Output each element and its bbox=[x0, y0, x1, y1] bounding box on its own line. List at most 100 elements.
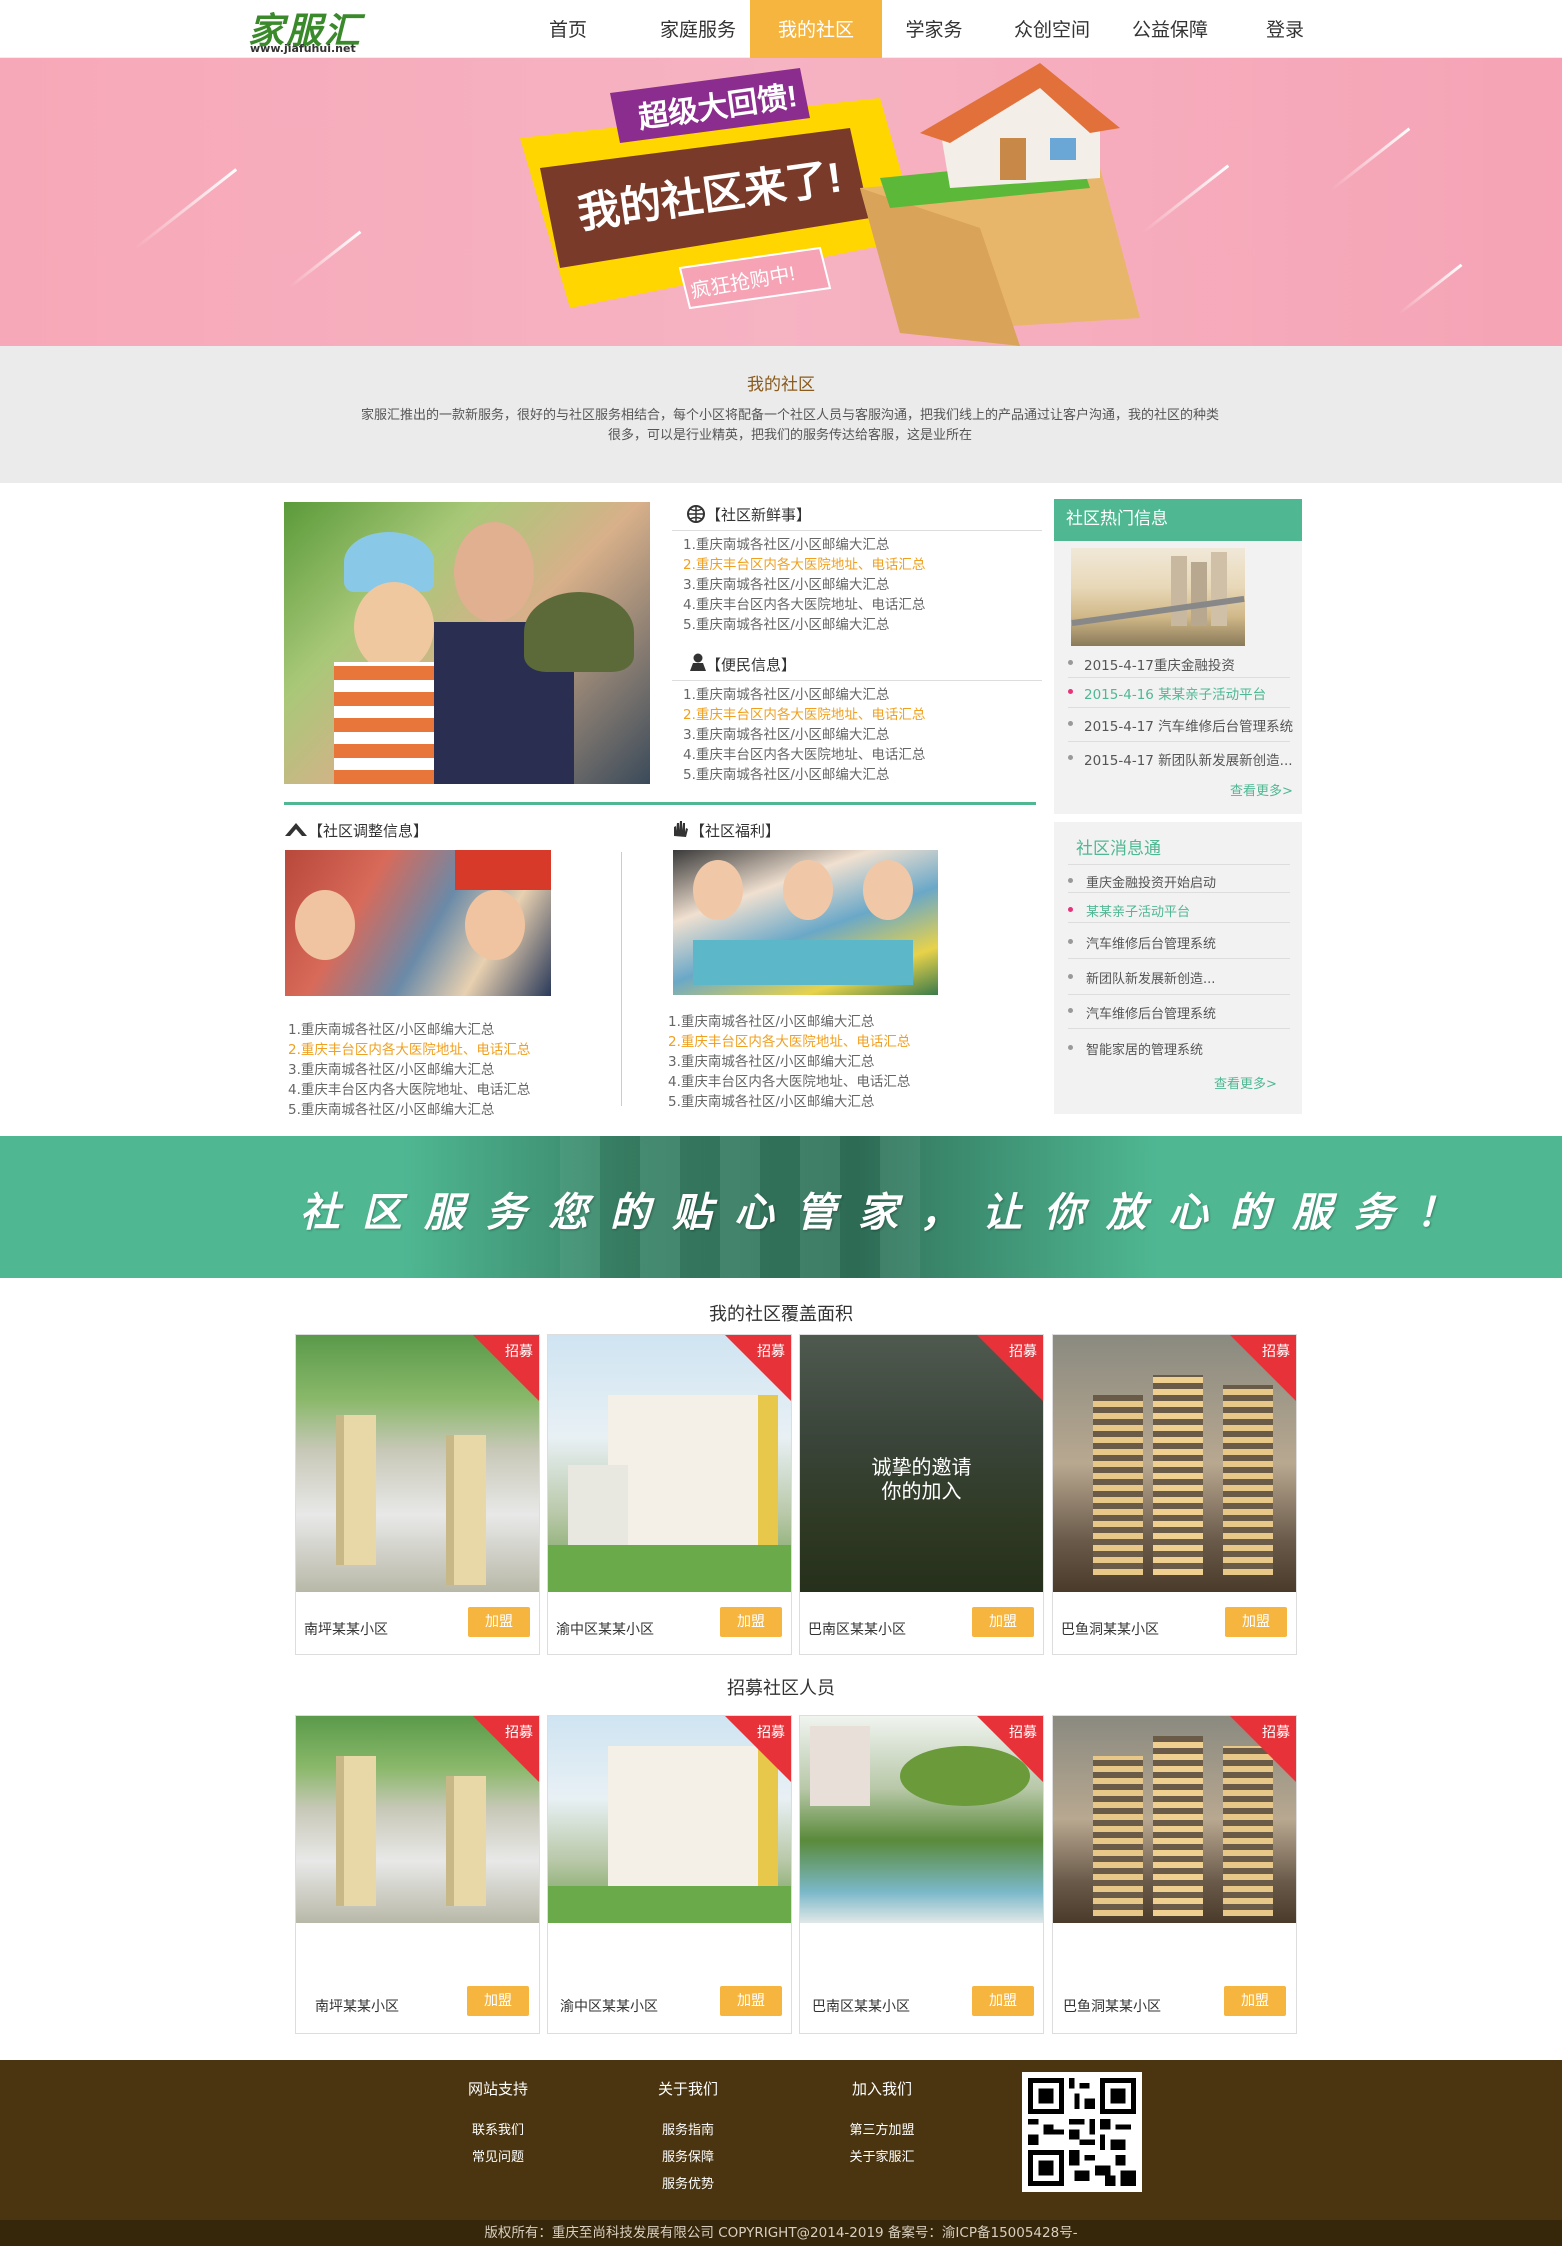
list-item[interactable]: 3.重庆南城各社区/小区邮编大汇总 bbox=[683, 575, 925, 595]
message-item[interactable]: 智能家居的管理系统 bbox=[1086, 1039, 1203, 1058]
qr-code bbox=[1022, 2072, 1142, 2192]
recruit-tag: 招募 bbox=[977, 1716, 1043, 1782]
community-name: 巴南区某某小区 bbox=[808, 1622, 906, 1638]
recruit-tag: 招募 bbox=[1230, 1335, 1296, 1401]
list-item[interactable]: 2.重庆丰台区内各大医院地址、电话汇总 bbox=[668, 1032, 910, 1052]
list-item[interactable]: 4.重庆丰台区内各大医院地址、电话汇总 bbox=[683, 745, 925, 765]
nav-home-service[interactable]: 家庭服务 bbox=[650, 0, 746, 58]
nav-login[interactable]: 登录 bbox=[1250, 0, 1320, 58]
message-item[interactable]: 汽车维修后台管理系统 bbox=[1086, 1003, 1216, 1022]
footer-link[interactable]: 联系我们 bbox=[448, 2117, 548, 2144]
message-item[interactable]: 新团队新发展新创造... bbox=[1086, 968, 1215, 987]
hot-item[interactable]: 2015-4-17重庆金融投资 bbox=[1084, 654, 1235, 674]
messages-more-link[interactable]: 查看更多> bbox=[1214, 1073, 1277, 1092]
join-button[interactable]: 加盟 bbox=[1225, 1607, 1287, 1637]
community-card: 招募 巴鱼洞某某小区 加盟 bbox=[1052, 1715, 1297, 2034]
community-photo[interactable] bbox=[284, 502, 650, 784]
divider bbox=[672, 530, 1042, 531]
join-button[interactable]: 加盟 bbox=[1224, 1986, 1286, 2016]
community-name: 巴鱼洞某某小区 bbox=[1061, 1622, 1159, 1638]
recruit-tag: 招募 bbox=[473, 1716, 539, 1782]
join-button[interactable]: 加盟 bbox=[720, 1986, 782, 2016]
slogan-text: 社区服务您的贴心管家，让你放心的服务！ bbox=[300, 1189, 1478, 1236]
list-item[interactable]: 4.重庆丰台区内各大医院地址、电话汇总 bbox=[668, 1072, 910, 1092]
adjust-photo[interactable] bbox=[285, 850, 551, 996]
community-card: 招募 巴鱼洞某某小区 加盟 bbox=[1052, 1334, 1297, 1655]
list-item[interactable]: 2.重庆丰台区内各大医院地址、电话汇总 bbox=[288, 1040, 530, 1060]
nav-maker-space[interactable]: 众创空间 bbox=[1004, 0, 1100, 58]
join-button[interactable]: 加盟 bbox=[972, 1986, 1034, 2016]
green-divider bbox=[284, 802, 1036, 805]
list-item[interactable]: 2.重庆丰台区内各大医院地址、电话汇总 bbox=[683, 555, 925, 575]
hot-more-link[interactable]: 查看更多> bbox=[1230, 780, 1293, 799]
banner-streak bbox=[1329, 127, 1411, 192]
footer-link[interactable]: 常见问题 bbox=[448, 2144, 548, 2171]
adjust-title: 【社区调整信息】 bbox=[308, 822, 429, 840]
list-item[interactable]: 2.重庆丰台区内各大医院地址、电话汇总 bbox=[683, 705, 925, 725]
list-item[interactable]: 4.重庆丰台区内各大医院地址、电话汇总 bbox=[683, 595, 925, 615]
footer-link[interactable]: 服务保障 bbox=[638, 2144, 738, 2171]
list-item[interactable]: 1.重庆南城各社区/小区邮编大汇总 bbox=[288, 1020, 530, 1040]
recruit-tag: 招募 bbox=[473, 1335, 539, 1401]
list-item[interactable]: 1.重庆南城各社区/小区邮编大汇总 bbox=[683, 535, 925, 555]
recruit-tag: 招募 bbox=[977, 1335, 1043, 1401]
hot-item[interactable]: 2015-4-17 新团队新发展新创造... bbox=[1084, 749, 1293, 769]
site-header: 家服汇 www.jiafuhui.net 首页 家庭服务 我的社区 学家务 众创… bbox=[0, 0, 1562, 58]
hot-item[interactable]: 2015-4-16 某某亲子活动平台 bbox=[1084, 683, 1266, 703]
community-card: 招募 南坪某某小区 加盟 bbox=[295, 1715, 540, 2034]
join-button[interactable]: 加盟 bbox=[468, 1607, 530, 1637]
city-photo[interactable] bbox=[1071, 548, 1245, 646]
nav-welfare[interactable]: 公益保障 bbox=[1122, 0, 1218, 58]
community-name: 巴鱼洞某某小区 bbox=[1063, 1999, 1161, 2015]
intro-text: 家服汇推出的一款新服务，很好的与社区服务相结合，每个小区将配备一个社区人员与客服… bbox=[360, 408, 1219, 443]
community-name: 渝中区某某小区 bbox=[556, 1622, 654, 1638]
hero-banner: 超级大回馈! 我的社区来了! 疯狂抢购中! bbox=[0, 58, 1562, 346]
list-item[interactable]: 5.重庆南城各社区/小区邮编大汇总 bbox=[288, 1100, 530, 1120]
footer-col-join: 加入我们 第三方加盟 关于家服汇 bbox=[832, 2078, 932, 2171]
list-item[interactable]: 1.重庆南城各社区/小区邮编大汇总 bbox=[668, 1012, 910, 1032]
hot-info-panel: 社区热门信息 2015-4-17重庆金融投资 2015-4-16 某某亲子活动平… bbox=[1054, 499, 1302, 814]
invite-text: 诚挚的邀请 你的加入 bbox=[871, 1455, 972, 1503]
community-name: 巴南区某某小区 bbox=[812, 1999, 910, 2015]
join-button[interactable]: 加盟 bbox=[467, 1986, 529, 2016]
list-item[interactable]: 3.重庆南城各社区/小区邮编大汇总 bbox=[683, 725, 925, 745]
intro-section: 我的社区 家服汇推出的一款新服务，很好的与社区服务相结合，每个小区将配备一个社区… bbox=[0, 346, 1562, 483]
welfare-photo[interactable] bbox=[673, 850, 938, 995]
list-item[interactable]: 1.重庆南城各社区/小区邮编大汇总 bbox=[683, 685, 925, 705]
hand-icon bbox=[674, 821, 688, 837]
nav-my-community[interactable]: 我的社区 bbox=[750, 0, 882, 58]
join-button[interactable]: 加盟 bbox=[972, 1607, 1034, 1637]
nav-home[interactable]: 首页 bbox=[528, 0, 608, 58]
message-item[interactable]: 汽车维修后台管理系统 bbox=[1086, 933, 1216, 952]
coverage-title: 我的社区覆盖面积 bbox=[709, 1304, 853, 1325]
list-item[interactable]: 5.重庆南城各社区/小区邮编大汇总 bbox=[683, 615, 925, 635]
list-item[interactable]: 4.重庆丰台区内各大医院地址、电话汇总 bbox=[288, 1080, 530, 1100]
footer-col-support: 网站支持 联系我们 常见问题 bbox=[448, 2078, 548, 2171]
footer-col-about: 关于我们 服务指南 服务保障 服务优势 bbox=[638, 2078, 738, 2198]
user-icon bbox=[690, 653, 706, 671]
list-item[interactable]: 5.重庆南城各社区/小区邮编大汇总 bbox=[683, 765, 925, 785]
message-item[interactable]: 某某亲子活动平台 bbox=[1086, 901, 1190, 920]
message-item[interactable]: 重庆金融投资开始启动 bbox=[1086, 872, 1216, 891]
footer-link[interactable]: 服务指南 bbox=[638, 2117, 738, 2144]
join-button[interactable]: 加盟 bbox=[720, 1607, 782, 1637]
footer-link[interactable]: 服务优势 bbox=[638, 2171, 738, 2198]
community-name: 南坪某某小区 bbox=[304, 1622, 388, 1638]
column-divider bbox=[621, 852, 622, 1106]
footer-link[interactable]: 第三方加盟 bbox=[832, 2117, 932, 2144]
hot-item[interactable]: 2015-4-17 汽车维修后台管理系统 bbox=[1084, 715, 1293, 735]
crown-icon bbox=[285, 823, 307, 836]
list-item[interactable]: 3.重庆南城各社区/小区邮编大汇总 bbox=[668, 1052, 910, 1072]
intro-title: 我的社区 bbox=[747, 375, 815, 395]
list-item[interactable]: 5.重庆南城各社区/小区邮编大汇总 bbox=[668, 1092, 910, 1112]
nav-housework[interactable]: 学家务 bbox=[886, 0, 982, 58]
site-footer bbox=[0, 2060, 1562, 2246]
community-name: 渝中区某某小区 bbox=[560, 1999, 658, 2015]
adjust-list: 1.重庆南城各社区/小区邮编大汇总 2.重庆丰台区内各大医院地址、电话汇总 3.… bbox=[288, 1020, 530, 1120]
recruit-title: 招募社区人员 bbox=[727, 1678, 835, 1699]
footer-heading: 关于我们 bbox=[657, 2080, 718, 2098]
news-title: 【社区新鲜事】 bbox=[706, 506, 812, 524]
list-item[interactable]: 3.重庆南城各社区/小区邮编大汇总 bbox=[288, 1060, 530, 1080]
footer-link[interactable]: 关于家服汇 bbox=[832, 2144, 932, 2171]
site-logo[interactable]: 家服汇 www.jiafuhui.net bbox=[246, 2, 386, 56]
